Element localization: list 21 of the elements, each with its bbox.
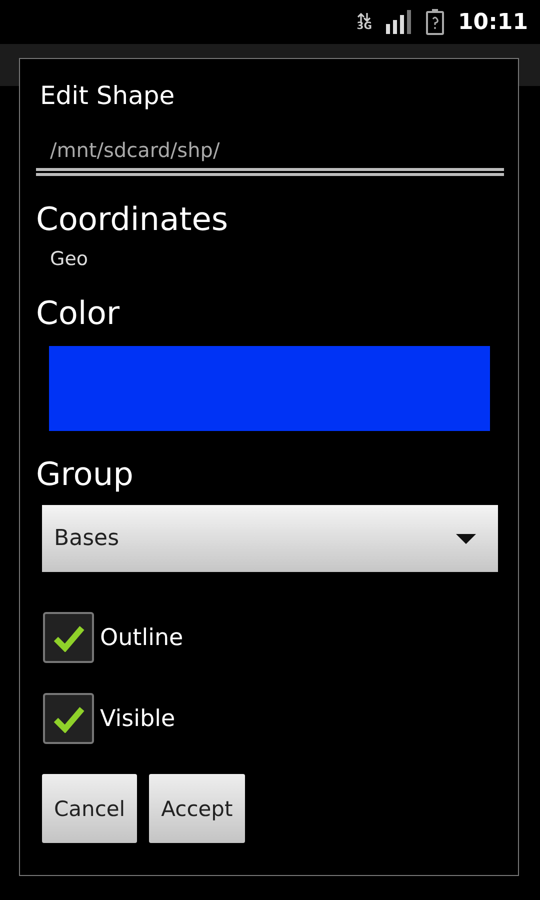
signal-icon — [386, 10, 412, 34]
checkbox[interactable] — [43, 693, 94, 744]
checkbox-label: Visible — [100, 706, 176, 732]
network-indicator: 3G — [356, 13, 372, 31]
checkbox[interactable] — [43, 612, 94, 663]
checkmark-icon — [52, 624, 84, 652]
checkbox-label: Outline — [100, 624, 184, 650]
dialog-title: Edit Shape — [40, 81, 175, 110]
section-heading: Coordinates — [36, 200, 228, 238]
checkmark-icon — [52, 704, 84, 732]
path-field[interactable]: /mnt/sdcard/shp/ — [36, 138, 504, 176]
dialog-button[interactable]: Accept — [149, 774, 245, 843]
group-dropdown[interactable]: Bases — [42, 505, 498, 572]
clock: 10:11 — [458, 10, 528, 34]
section-heading: Group — [36, 455, 134, 493]
section-heading: Color — [36, 294, 120, 332]
dialog-button[interactable]: Cancel — [42, 774, 138, 843]
coordinates-value: Geo — [50, 248, 88, 270]
battery-icon — [426, 9, 444, 35]
color-swatch[interactable] — [49, 346, 490, 431]
dropdown-arrow-icon — [456, 534, 476, 544]
